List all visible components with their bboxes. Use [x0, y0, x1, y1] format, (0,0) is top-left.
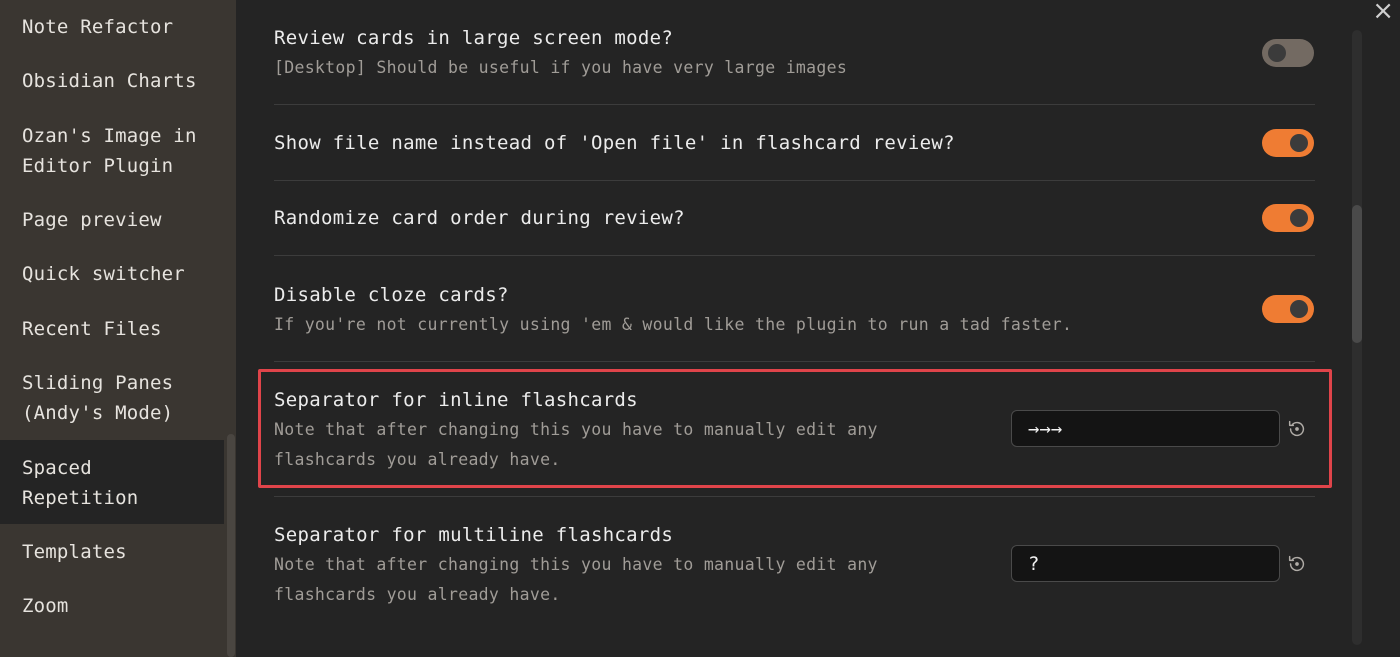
toggle-knob: [1268, 44, 1286, 62]
setting-name: Show file name instead of 'Open file' in…: [274, 132, 955, 154]
setting-description: flashcards you already have.: [274, 450, 561, 469]
setting-randomize-order: Randomize card order during review?: [274, 203, 1315, 233]
sidebar-item-page-preview[interactable]: Page preview: [0, 205, 224, 235]
setting-description: [Desktop] Should be useful if you have v…: [274, 58, 848, 77]
reset-icon[interactable]: [1286, 553, 1308, 575]
sidebar-item-label: Templates: [22, 541, 127, 563]
divider: [274, 104, 1315, 105]
sidebar-item-label: Editor Plugin: [22, 155, 174, 177]
toggle-knob: [1290, 300, 1308, 318]
sidebar-item-recent-files[interactable]: Recent Files: [0, 314, 224, 344]
divider: [274, 361, 1315, 362]
sidebar-scrollbar-thumb[interactable]: [227, 434, 235, 657]
setting-name: Disable cloze cards?: [274, 284, 509, 306]
sidebar-item-zoom[interactable]: Zoom: [0, 591, 224, 621]
close-icon[interactable]: ×: [1372, 0, 1394, 26]
toggle-knob: [1290, 209, 1308, 227]
sidebar-item-ozans-image-in-editor[interactable]: Ozan's Image in Editor Plugin: [0, 121, 224, 181]
sidebar-item-quick-switcher[interactable]: Quick switcher: [0, 259, 224, 289]
sidebar-item-spaced-repetition[interactable]: Spaced Repetition: [0, 440, 224, 524]
sidebar-item-label: Recent Files: [22, 318, 162, 340]
sidebar-item-note-refactor[interactable]: Note Refactor: [0, 12, 224, 42]
sidebar-item-sliding-panes[interactable]: Sliding Panes (Andy's Mode): [0, 368, 224, 428]
sidebar-item-label: Repetition: [22, 487, 139, 509]
randomize-order-toggle[interactable]: [1262, 204, 1314, 232]
settings-sidebar: Note Refactor Obsidian Charts Ozan's Ima…: [0, 0, 236, 657]
setting-disable-cloze: Disable cloze cards? If you're not curre…: [274, 280, 1315, 340]
sidebar-item-label: Spaced: [22, 457, 92, 479]
sidebar-item-templates[interactable]: Templates: [0, 537, 224, 567]
sidebar-item-label: Obsidian Charts: [22, 70, 197, 92]
large-screen-toggle[interactable]: [1262, 39, 1314, 67]
setting-name: Randomize card order during review?: [274, 207, 685, 229]
sidebar-item-label: Note Refactor: [22, 16, 174, 38]
show-file-name-toggle[interactable]: [1262, 129, 1314, 157]
inline-separator-input[interactable]: [1011, 410, 1280, 447]
divider: [274, 496, 1315, 497]
sidebar-item-label: (Andy's Mode): [22, 402, 174, 424]
sidebar-item-label: Page preview: [22, 209, 162, 231]
sidebar-item-label: Sliding Panes: [22, 372, 174, 394]
toggle-knob: [1290, 134, 1308, 152]
main-scrollbar-thumb[interactable]: [1352, 205, 1362, 343]
setting-name: Review cards in large screen mode?: [274, 27, 674, 49]
sidebar-item-label: Ozan's Image in: [22, 125, 197, 147]
setting-description: If you're not currently using 'em & woul…: [274, 315, 1073, 334]
multiline-separator-input[interactable]: [1011, 545, 1280, 582]
divider: [274, 255, 1315, 256]
disable-cloze-toggle[interactable]: [1262, 295, 1314, 323]
sidebar-item-label: Zoom: [22, 595, 69, 617]
setting-large-screen-mode: Review cards in large screen mode? [Desk…: [274, 23, 1315, 83]
setting-description: flashcards you already have.: [274, 585, 561, 604]
divider: [274, 180, 1315, 181]
sidebar-item-label: Quick switcher: [22, 263, 185, 285]
setting-show-file-name: Show file name instead of 'Open file' in…: [274, 128, 1315, 158]
reset-icon[interactable]: [1286, 418, 1308, 440]
sidebar-item-obsidian-charts[interactable]: Obsidian Charts: [0, 66, 224, 96]
